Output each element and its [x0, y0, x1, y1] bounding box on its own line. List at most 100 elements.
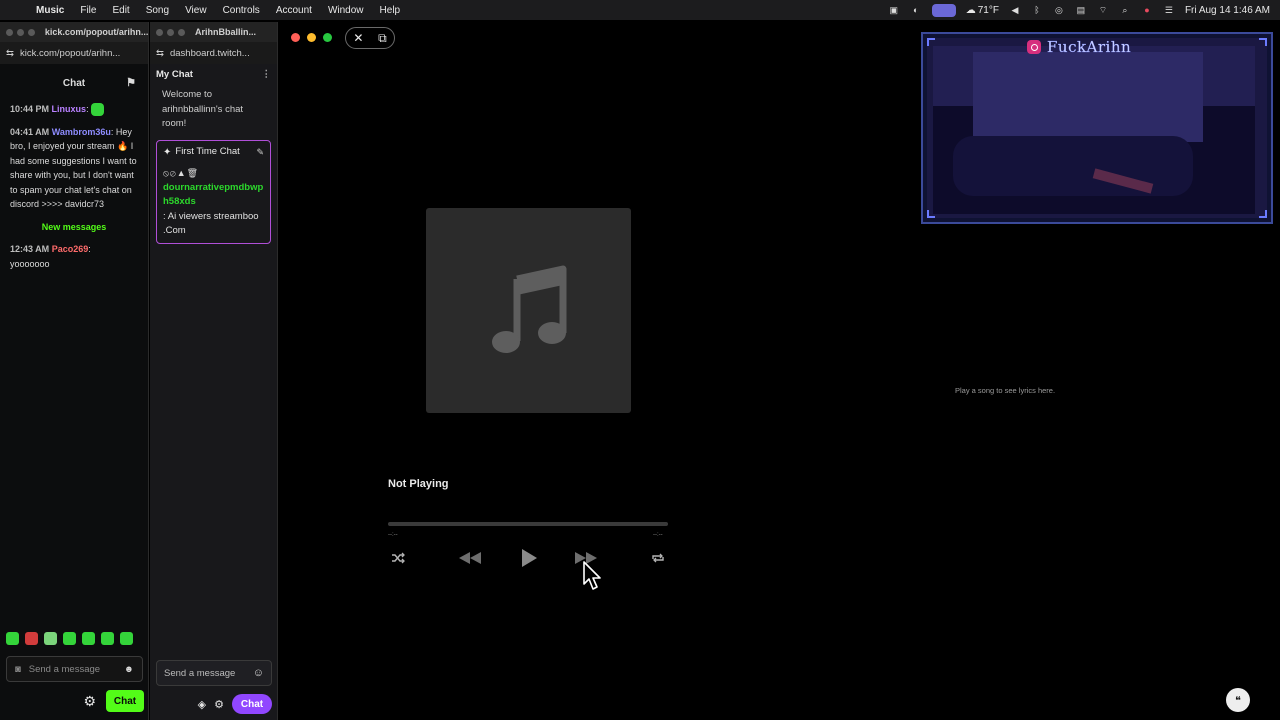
playback-progress-bar[interactable] — [388, 522, 668, 526]
window-zoom-dot[interactable] — [178, 28, 185, 36]
record-icon[interactable]: ● — [1141, 5, 1153, 15]
lyrics-toggle-icon[interactable]: ❝ — [1226, 688, 1250, 712]
menu-view[interactable]: View — [177, 5, 215, 16]
shuffle-icon[interactable] — [388, 546, 408, 570]
kick-message-list: 10:44 PM Linuxus: 04:41 AM Wambrom36u: H… — [0, 102, 148, 271]
twitch-input-actions: ◈ ⚙ Chat — [150, 692, 278, 716]
miniplayer-icon[interactable]: ⧉ — [378, 31, 387, 46]
menu-controls[interactable]: Controls — [215, 5, 268, 16]
volume-icon[interactable]: ◀ — [1009, 5, 1021, 15]
more-options-icon[interactable]: ⋮ — [262, 69, 272, 80]
kick-input-actions: ⚙ Chat — [0, 688, 149, 714]
time-remaining: --:-- — [653, 532, 663, 538]
pin-flag-icon[interactable]: ⚑ — [126, 76, 136, 89]
twitch-url: dashboard.twitch... — [169, 47, 250, 59]
new-messages-divider[interactable]: New messages — [10, 220, 138, 235]
twitch-send-chat-button[interactable]: Chat — [232, 694, 272, 714]
mouse-cursor-icon — [583, 561, 601, 590]
site-settings-icon[interactable]: ⇆ — [156, 48, 164, 59]
fullscreen-button[interactable] — [323, 33, 332, 42]
music-note-icon — [491, 265, 566, 353]
frame-corner — [1259, 38, 1267, 46]
menu-app-name[interactable]: Music — [36, 5, 72, 16]
control-icon[interactable]: ▤ — [1075, 5, 1087, 15]
kick-message-input[interactable]: ◙ Send a message ☻ — [6, 656, 143, 682]
kick-send-chat-button[interactable]: Chat — [106, 690, 144, 712]
site-settings-icon[interactable]: ⇆ — [6, 48, 14, 59]
message-time: 04:41 AM — [10, 126, 50, 137]
mod-action-icons[interactable]: ⦸⊘▲🗑 — [163, 166, 264, 181]
menu-song[interactable]: Song — [138, 5, 177, 16]
weather-status[interactable]: ☁ 71°F — [966, 5, 999, 16]
spotlight-search-icon[interactable]: ⌕ — [1119, 5, 1131, 15]
message-user[interactable]: dournarrativepmdbwph58xds — [163, 181, 264, 210]
lyrics-placeholder: Play a song to see lyrics here. — [955, 386, 1056, 395]
focus-pill-icon[interactable] — [931, 3, 956, 17]
first-time-chat-label: First Time Chat — [175, 145, 240, 157]
sync-icon[interactable]: ◐ — [910, 5, 922, 15]
close-button[interactable] — [291, 33, 300, 42]
gear-icon[interactable]: ⚙ — [214, 698, 224, 711]
airplay-icon[interactable]: ◎ — [1053, 5, 1065, 15]
emote-icon[interactable] — [44, 632, 57, 645]
emote-icon[interactable] — [82, 632, 95, 645]
minimize-button[interactable] — [307, 33, 316, 42]
message-text: yooooooo — [10, 258, 50, 269]
twitch-input-placeholder: Send a message — [164, 667, 236, 679]
kick-chat-header: Chat ⚑ — [0, 64, 148, 102]
emote-icon[interactable] — [120, 632, 133, 645]
message-user[interactable]: Linuxus — [52, 104, 87, 114]
emote-icon[interactable] — [101, 632, 114, 645]
twitch-message-input[interactable]: Send a message ☺ — [156, 660, 272, 686]
menu-window[interactable]: Window — [320, 5, 372, 16]
instagram-icon — [1027, 40, 1041, 54]
traffic-lights — [291, 33, 332, 42]
window-zoom-dot[interactable] — [27, 28, 35, 36]
menu-account[interactable]: Account — [268, 5, 320, 16]
wifi-icon[interactable]: ⌔ — [1097, 5, 1109, 15]
emote-icon[interactable] — [63, 632, 76, 645]
play-icon[interactable] — [518, 546, 540, 570]
my-chat-title: My Chat — [156, 68, 193, 80]
message-user[interactable]: Wambrom36u — [52, 127, 111, 137]
kick-url-bar[interactable]: ⇆ kick.com/popout/arihn... — [0, 42, 148, 64]
message-user[interactable]: Paco269 — [52, 244, 89, 254]
emote-quickbar — [6, 632, 133, 645]
twitch-titlebar[interactable]: ArihnBballin... — [150, 22, 277, 42]
menubar-clock[interactable]: Fri Aug 14 1:46 AM — [1185, 5, 1270, 16]
menu-help[interactable]: Help — [372, 5, 409, 16]
webcam-feed — [933, 46, 1255, 214]
emote-icon[interactable] — [25, 632, 38, 645]
menubar: Music File Edit Song View Controls Accou… — [0, 0, 1280, 20]
first-time-chat-card[interactable]: ✦ First Time Chat ✎ ⦸⊘▲🗑 dournarrativepm… — [156, 139, 271, 244]
menu-file[interactable]: File — [72, 5, 104, 16]
kick-titlebar[interactable]: kick.com/popout/arihn... — [0, 22, 148, 42]
previous-track-icon[interactable] — [456, 546, 484, 570]
frame-corner — [927, 210, 935, 218]
twitch-url-bar[interactable]: ⇆ dashboard.twitch... — [150, 42, 277, 64]
control-center-icon[interactable]: ☰ — [1163, 5, 1175, 15]
emote-icon — [91, 103, 105, 117]
screen-icon[interactable]: ▣ — [888, 5, 900, 15]
emoji-picker-icon[interactable]: ☺ — [253, 667, 264, 679]
close-icon[interactable]: ✕ — [353, 31, 363, 45]
chat-settings-icon[interactable]: ◙ — [15, 664, 21, 675]
menu-edit[interactable]: Edit — [104, 5, 137, 16]
weather-temp: 71°F — [977, 4, 999, 16]
emoji-picker-icon[interactable]: ☻ — [124, 664, 134, 675]
edit-icon[interactable]: ✎ — [256, 145, 264, 160]
album-artwork-placeholder — [426, 208, 631, 413]
window-minimize-dot[interactable] — [16, 28, 24, 36]
repeat-icon[interactable] — [648, 546, 668, 570]
window-close-dot[interactable] — [156, 28, 163, 36]
message-time: 10:44 PM — [10, 104, 50, 114]
chat-message: 04:41 AM Wambrom36u: Hey bro, I enjoyed … — [10, 125, 138, 212]
kick-url: kick.com/popout/arihn... — [19, 47, 121, 59]
gear-icon[interactable]: ⚙ — [83, 693, 96, 710]
message-text: : Ai viewers streamboo .Com — [163, 210, 259, 237]
emote-icon[interactable] — [6, 632, 19, 645]
bluetooth-icon[interactable]: ᛒ — [1031, 5, 1043, 15]
bits-icon[interactable]: ◈ — [198, 698, 206, 711]
window-minimize-dot[interactable] — [167, 28, 174, 36]
window-close-dot[interactable] — [6, 28, 13, 36]
